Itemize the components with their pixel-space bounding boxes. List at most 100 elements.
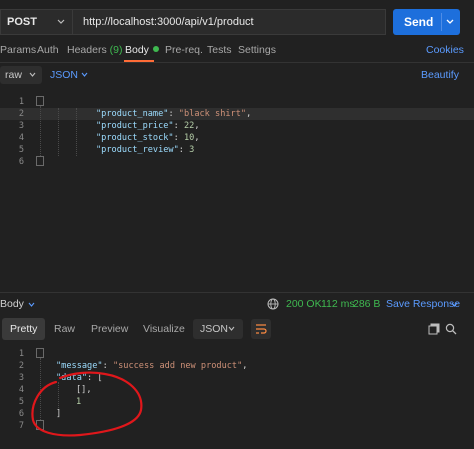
json-trail: ,	[194, 121, 200, 131]
body-mode-dropdown[interactable]: raw	[0, 66, 42, 84]
json-key: "product_stock"	[96, 133, 174, 143]
send-button[interactable]: Send	[393, 9, 460, 35]
indent-guide	[40, 358, 41, 420]
url-input[interactable]: http://localhost:3000/api/v1/product	[72, 9, 386, 35]
copy-icon[interactable]	[428, 323, 440, 335]
tab-raw[interactable]: Raw	[54, 318, 75, 340]
headers-count: (9)	[109, 44, 123, 56]
request-body-editor[interactable]: 1 2 "product_name": "black shirt", 3 "pr…	[0, 94, 474, 294]
editor-line: 4 [],	[0, 384, 474, 396]
editor-line: 2 "message": "success add new product",	[0, 360, 474, 372]
tab-prereq[interactable]: Pre-req.	[165, 44, 203, 56]
code-text: "product_name": "black shirt",	[96, 109, 252, 119]
json-key: "data"	[56, 373, 88, 383]
json-key: "product_price"	[96, 121, 174, 131]
json-key: "product_name"	[96, 109, 169, 119]
chevron-down-icon	[228, 326, 235, 331]
tab-auth[interactable]: Auth	[37, 44, 59, 56]
editor-line: 2 "product_name": "black shirt",	[0, 108, 474, 120]
send-options-chevron-icon[interactable]	[445, 16, 455, 28]
code-text	[36, 420, 44, 433]
request-bar: POST http://localhost:3000/api/v1/produc…	[0, 9, 474, 35]
status-code[interactable]: 200 OK	[286, 298, 322, 310]
code-text: "message": "success add new product",	[56, 361, 248, 371]
body-format-dropdown[interactable]: JSON	[50, 66, 94, 84]
line-number: 4	[18, 133, 24, 143]
response-format-dropdown[interactable]: JSON	[193, 319, 243, 339]
tab-preview[interactable]: Preview	[91, 318, 128, 340]
line-number: 2	[18, 361, 24, 371]
tab-headers[interactable]: Headers (9)	[67, 44, 122, 56]
editor-line: 3 "data": [	[0, 372, 474, 384]
wrap-lines-icon	[256, 324, 267, 334]
line-number: 2	[18, 109, 24, 119]
response-tabs: Pretty Raw Preview Visualize JSON	[0, 318, 474, 342]
chevron-down-icon	[451, 302, 458, 307]
send-divider	[441, 13, 442, 31]
request-tabs: Params Auth Headers (9) Body Pre-req. Te…	[0, 42, 474, 62]
response-format-label: JSON	[200, 323, 229, 335]
line-number: 6	[18, 409, 24, 419]
code-text: "product_price": 22,	[96, 121, 200, 131]
method-label: POST	[7, 16, 37, 28]
editor-line: 6 ]	[0, 408, 474, 420]
url-text: http://localhost:3000/api/v1/product	[83, 16, 254, 28]
tabs-divider	[0, 62, 474, 63]
chevron-down-icon	[29, 72, 36, 77]
tab-visualize[interactable]: Visualize	[143, 318, 185, 340]
cookies-link[interactable]: Cookies	[426, 44, 464, 56]
editor-line: 3 "product_price": 22,	[0, 120, 474, 132]
json-key: "product_review"	[96, 145, 179, 155]
code-text: [],	[76, 384, 92, 396]
body-indicator-dot	[152, 46, 159, 52]
line-number: 5	[18, 145, 24, 155]
editor-line: 7	[0, 420, 474, 432]
method-dropdown[interactable]: POST	[0, 9, 72, 35]
tab-settings[interactable]: Settings	[238, 44, 276, 56]
tab-body[interactable]: Body	[125, 44, 159, 56]
json-trail: ,	[194, 133, 200, 143]
body-mode-label: raw	[5, 69, 22, 81]
json-value: "success add new product"	[112, 361, 243, 371]
line-number: 3	[18, 121, 24, 131]
tab-tests[interactable]: Tests	[207, 44, 232, 56]
globe-icon[interactable]	[267, 298, 279, 310]
chevron-down-icon	[57, 19, 65, 24]
response-size[interactable]: 286 B	[353, 298, 380, 310]
line-number: 1	[18, 349, 24, 359]
body-options: raw JSON Beautify	[0, 66, 474, 86]
code-text: "product_stock": 10,	[96, 133, 200, 143]
editor-line: 5 "product_review": 3	[0, 144, 474, 156]
code-text	[36, 156, 44, 169]
line-number: 6	[18, 157, 24, 167]
tab-params[interactable]: Params	[0, 44, 36, 56]
json-value: 1	[76, 397, 82, 407]
response-body-label[interactable]: Body	[0, 298, 24, 310]
code-text: "data": [	[56, 373, 103, 383]
fold-marker	[36, 348, 44, 358]
json-value: 22	[183, 121, 195, 131]
line-number: 4	[18, 385, 24, 395]
response-body-viewer[interactable]: 1 2 "message": "success add new product"…	[0, 346, 474, 446]
pane-divider[interactable]	[0, 292, 474, 293]
response-time[interactable]: 112 ms	[321, 298, 355, 310]
json-trail: ,	[246, 109, 252, 119]
json-value: 10	[183, 133, 195, 143]
line-number: 3	[18, 373, 24, 383]
search-icon[interactable]	[445, 323, 457, 335]
wrap-lines-button[interactable]	[251, 319, 271, 339]
fold-marker	[36, 96, 44, 106]
chevron-down-icon[interactable]	[27, 300, 36, 310]
save-response-button[interactable]: Save Response	[386, 298, 460, 310]
code-text: 1	[76, 396, 81, 408]
indent-guide	[58, 108, 59, 156]
beautify-link[interactable]: Beautify	[421, 69, 459, 81]
postman-window: POST http://localhost:3000/api/v1/produc…	[0, 0, 474, 449]
code-text: ]	[56, 408, 61, 420]
indent-guide	[58, 382, 59, 408]
line-number: 7	[18, 421, 24, 431]
indent-guide	[76, 108, 77, 156]
tab-pretty[interactable]: Pretty	[2, 318, 46, 340]
json-value: 3	[189, 145, 195, 155]
json-key: "message"	[56, 361, 103, 371]
